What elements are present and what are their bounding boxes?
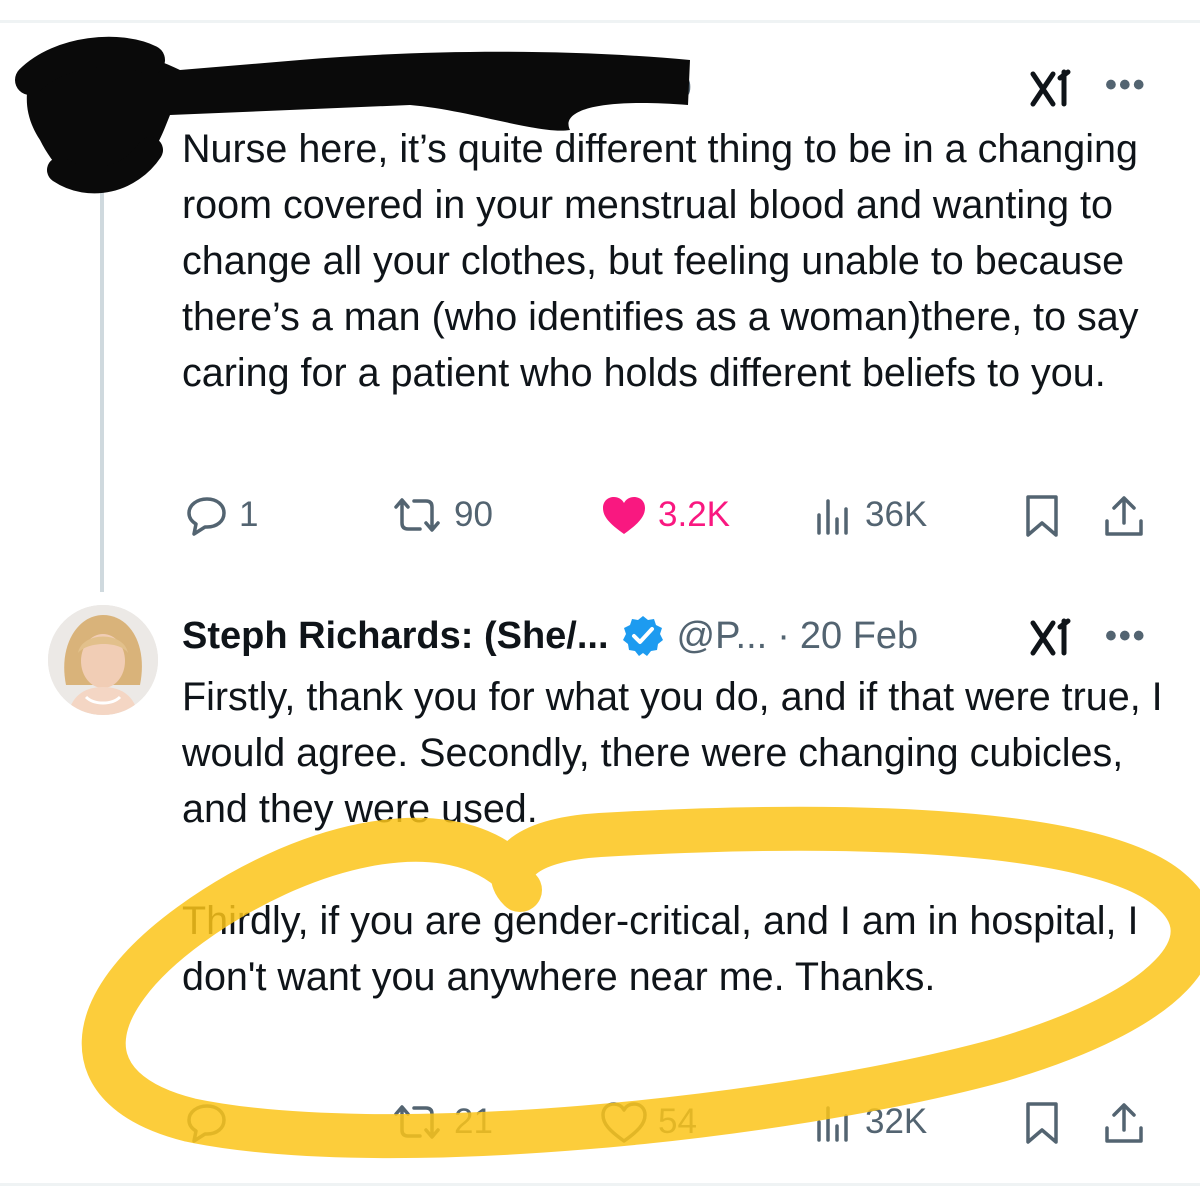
grok-icon[interactable]	[1030, 68, 1076, 108]
repost-button[interactable]: 90	[390, 493, 493, 537]
repost-count: 21	[454, 1102, 493, 1141]
grok-icon[interactable]	[1030, 617, 1076, 657]
views-count: 36K	[865, 495, 928, 534]
tweet-text: Nurse here, it’s quite different thing t…	[182, 121, 1172, 401]
reply-icon	[187, 497, 226, 536]
views-button[interactable]: 32K	[815, 1100, 927, 1144]
share-button[interactable]	[1102, 1100, 1146, 1146]
like-count: 54	[658, 1102, 697, 1141]
tweet-paragraph-1: Firstly, thank you for what you do, and …	[182, 675, 1163, 831]
more-icon[interactable]: •••	[1105, 617, 1147, 656]
verified-badge-icon	[621, 614, 665, 658]
action-bar: 21 54 32K	[0, 1100, 1200, 1150]
reply-button[interactable]	[185, 1100, 239, 1144]
bookmark-button[interactable]	[1022, 493, 1062, 539]
like-count: 3.2K	[658, 495, 730, 534]
reply-button[interactable]: 1	[185, 493, 258, 537]
bookmark-icon	[1026, 495, 1058, 537]
author-name[interactable]: Laura D	[182, 64, 323, 107]
like-button[interactable]: 54	[600, 1100, 697, 1144]
tweet-header: Steph Richards: (She/... @P... · 20 Feb	[182, 614, 918, 658]
tweet-date[interactable]: 20 Feb	[800, 615, 918, 658]
views-count: 32K	[865, 1102, 928, 1141]
reply-icon	[187, 1104, 226, 1143]
bookmark-button[interactable]	[1022, 1100, 1062, 1146]
views-button[interactable]: 36K	[815, 493, 927, 537]
repost-button[interactable]: 21	[390, 1100, 493, 1144]
like-button[interactable]: 3.2K	[600, 493, 730, 537]
repost-icon	[394, 1105, 440, 1139]
avatar[interactable]	[48, 605, 158, 715]
like-icon	[603, 497, 645, 534]
reply-count: 1	[239, 495, 259, 534]
views-icon	[817, 1106, 848, 1142]
separator-dot: ·	[777, 614, 790, 657]
share-icon	[1105, 1103, 1143, 1143]
repost-icon	[394, 498, 440, 532]
views-icon	[817, 499, 848, 535]
tweet-date[interactable]: 20 Feb	[574, 64, 692, 107]
share-icon	[1105, 496, 1143, 536]
repost-count: 90	[454, 495, 493, 534]
avatar-image	[48, 605, 158, 715]
tweet-text: Firstly, thank you for what you do, and …	[182, 669, 1172, 1005]
author-name[interactable]: Steph Richards: (She/...	[182, 615, 609, 658]
share-button[interactable]	[1102, 493, 1146, 539]
tweet-paragraph-2: Thirdly, if you are gender-critical, and…	[182, 899, 1139, 999]
author-handle[interactable]: @P...	[677, 615, 768, 658]
action-bar: 1 90 3.2K 36K	[0, 493, 1200, 543]
bookmark-icon	[1026, 1102, 1058, 1144]
tweet-header: Laura D @taffyl 20 Feb	[182, 64, 692, 107]
like-icon	[601, 1102, 647, 1143]
more-icon[interactable]: •••	[1105, 66, 1147, 105]
top-border	[0, 20, 1200, 23]
bottom-border	[0, 1183, 1200, 1186]
tweet-paragraph: Nurse here, it’s quite different thing t…	[182, 127, 1139, 395]
author-handle[interactable]: @taffyl	[335, 64, 453, 107]
